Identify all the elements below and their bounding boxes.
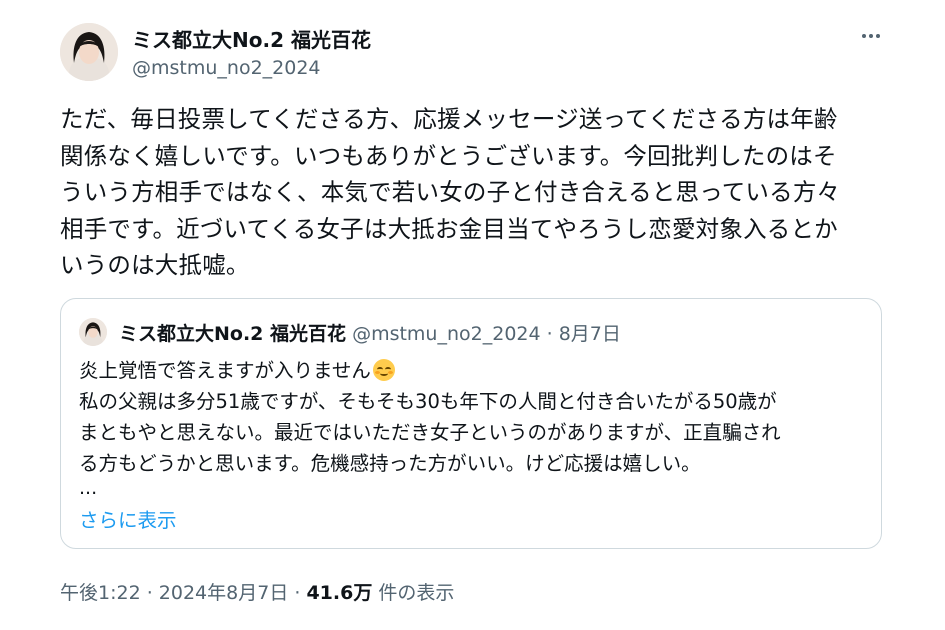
quoted-line: 私の父親は多分51歳ですが、そもそも30も年下の人間と付き合いたがる50歳が — [79, 390, 777, 413]
avatar-photo — [60, 23, 118, 81]
more-options-button[interactable] — [856, 26, 886, 46]
quoted-avatar[interactable] — [79, 318, 107, 346]
tweet-footer: 午後1:22 · 2024年8月7日 · 41.6万 件の表示 — [60, 578, 454, 605]
quoted-line: まともやと思えない。最近ではいただき女子というのがありますが、正直騙され — [79, 421, 781, 444]
quoted-line: 炎上覚悟で答えますが入りません — [79, 355, 869, 386]
quoted-handle[interactable]: @mstmu_no2_2024 — [352, 323, 541, 345]
tweet-date[interactable]: 2024年8月7日 — [159, 582, 289, 604]
footer-separator: · — [140, 582, 159, 604]
quoted-line-text: 炎上覚悟で答えますが入りません — [79, 359, 371, 382]
smiling-face-with-blush-emoji-icon — [372, 359, 395, 381]
quoted-date[interactable]: 8月7日 — [559, 323, 621, 345]
tweet-body: ただ、毎日投票してくださる方、応援メッセージ送ってくださる方は年齢 関係なく嬉し… — [60, 101, 890, 284]
author-display-name[interactable]: ミス都立大No.2 福光百花 — [132, 24, 371, 53]
views-label: 件の表示 — [372, 582, 455, 604]
tweet-time[interactable]: 午後1:22 — [60, 582, 141, 604]
quoted-header: ミス都立大No.2 福光百花 @mstmu_no2_2024 · 8月7日 — [119, 319, 621, 346]
avatar[interactable] — [60, 23, 118, 81]
footer-separator: · — [288, 582, 307, 604]
quoted-avatar-photo — [79, 318, 107, 346]
views-count: 41.6万 — [306, 582, 373, 604]
show-more-link[interactable]: さらに表示 — [79, 504, 177, 533]
body-line: 相手です。近づいてくる女子は大抵お金目当てやろうし恋愛対象入るとか — [60, 214, 838, 243]
more-dot — [869, 34, 873, 38]
tweet: ミス都立大No.2 福光百花 @mstmu_no2_2024 ただ、毎日投票して… — [0, 0, 945, 630]
more-horizontal-icon — [862, 34, 866, 38]
more-dot — [876, 34, 880, 38]
body-line: いうのは大抵嘘。 — [60, 251, 250, 279]
author-handle[interactable]: @mstmu_no2_2024 — [132, 57, 321, 79]
quoted-line: る方もどうかと思います。危機感持った方がいい。けど応援は嬉しい。 — [79, 452, 701, 475]
quoted-tweet[interactable]: ミス都立大No.2 福光百花 @mstmu_no2_2024 · 8月7日 炎上… — [60, 298, 882, 549]
body-line: 関係なく嬉しいです。いつもありがとうございます。今回批判したのはそ — [60, 141, 837, 170]
quoted-text: 炎上覚悟で答えますが入りません 私の父親は多分51歳ですが、そもそも30も年下の… — [79, 355, 869, 479]
quoted-separator: · — [540, 323, 559, 345]
quoted-display-name[interactable]: ミス都立大No.2 福光百花 — [119, 323, 346, 345]
body-line: ういう方相手ではなく、本気で若い女の子と付き合えると思っている方々 — [60, 178, 841, 206]
quoted-ellipsis: ... — [79, 477, 98, 499]
body-line: ただ、毎日投票してくださる方、応援メッセージ送ってくださる方は年齢 — [60, 105, 838, 133]
